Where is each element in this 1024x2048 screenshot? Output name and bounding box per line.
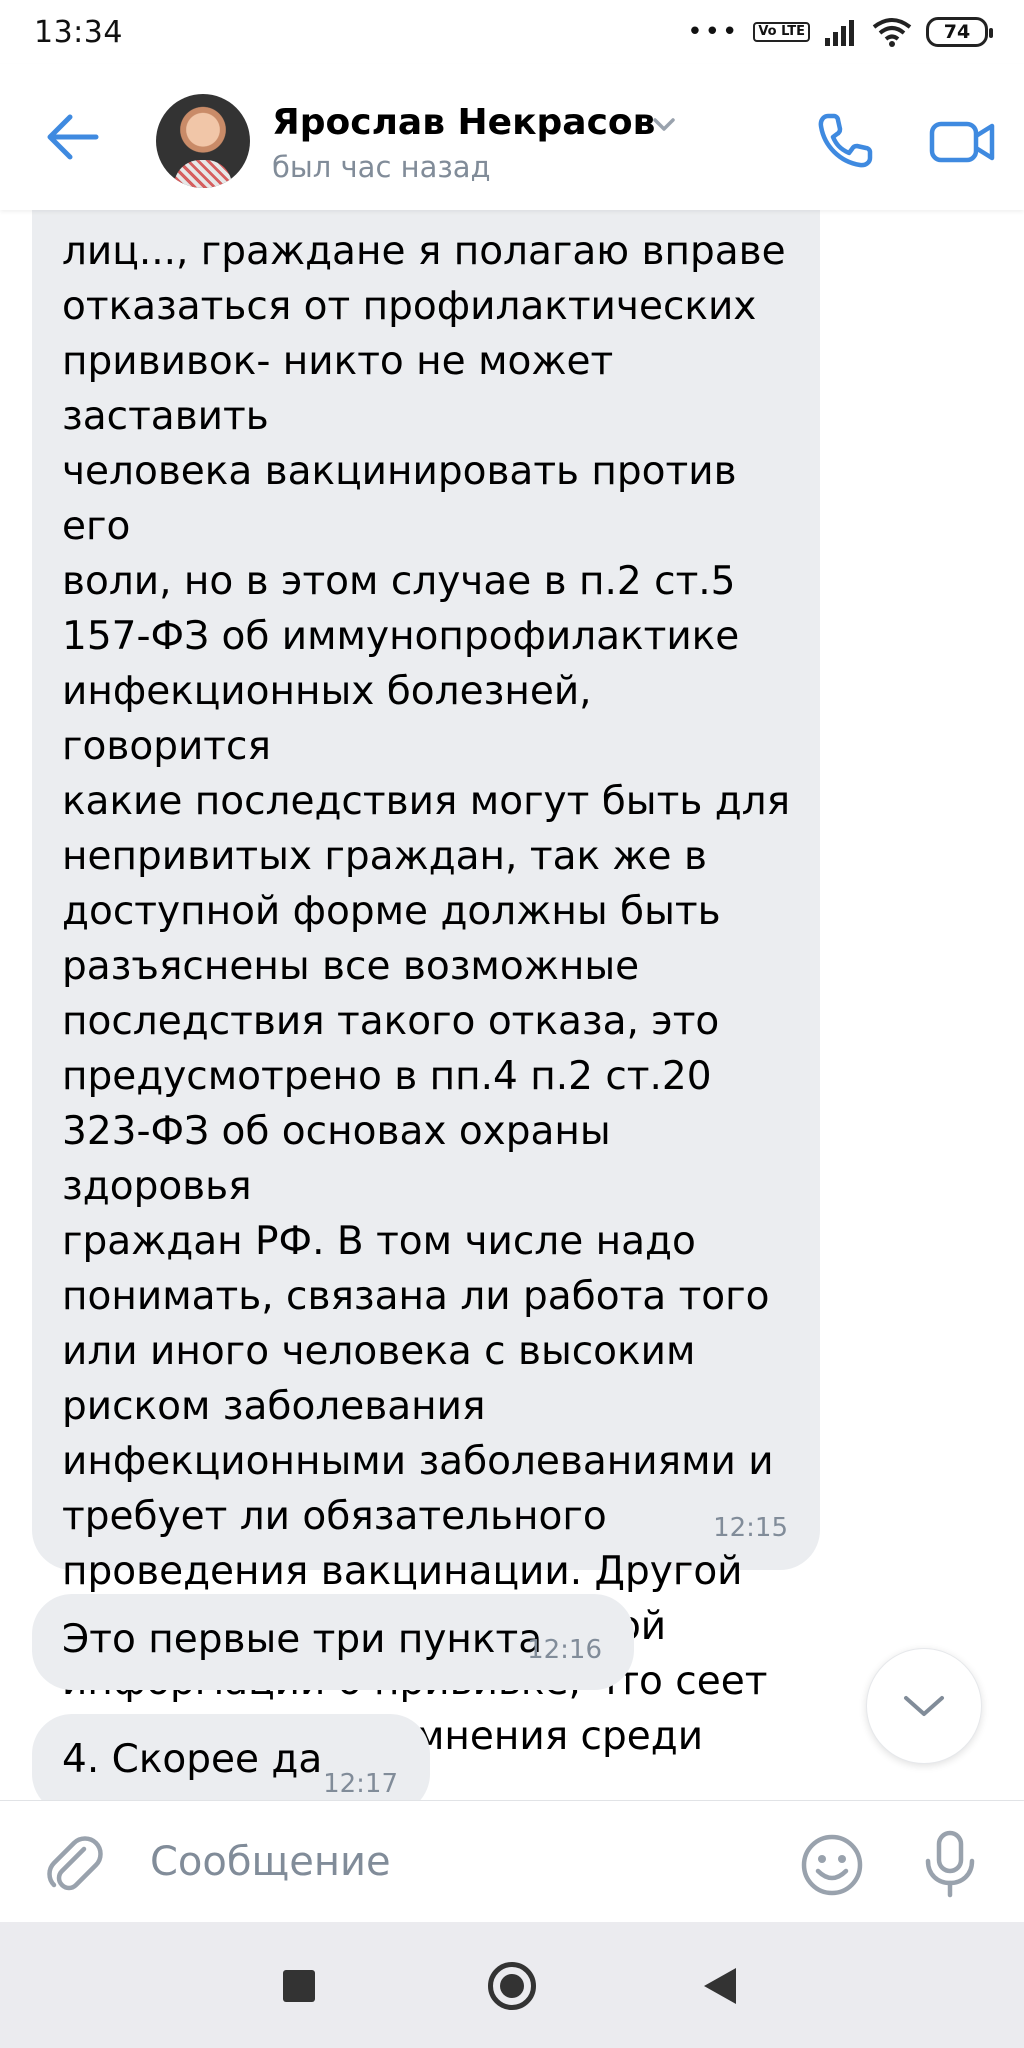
message-time: 12:15: [713, 1513, 788, 1543]
message-bubble-incoming[interactable]: лиц..., граждане я полагаю вправе отказа…: [32, 210, 820, 1800]
battery-indicator: 74: [926, 17, 993, 47]
wifi-icon: [872, 18, 912, 47]
message-bubble-incoming[interactable]: Это первые три пункта 12:16: [32, 1594, 634, 1690]
chat-header: Ярослав Некрасов был час назад: [0, 64, 1024, 210]
message-input[interactable]: [150, 1825, 770, 1899]
system-nav-bar: [0, 1922, 1024, 2048]
contact-status: был час назад: [272, 150, 491, 184]
phone-icon[interactable]: [812, 108, 878, 174]
screen: 13:34 ••• Vo LTE 74 Ярослав Некрасов был…: [0, 0, 1024, 2048]
message-text: лиц..., граждане я полагаю вправе отказа…: [62, 229, 791, 1800]
scroll-down-button[interactable]: [866, 1648, 982, 1764]
emoji-icon[interactable]: [800, 1833, 864, 1897]
recent-apps-icon[interactable]: [283, 1970, 315, 2002]
message-time: 12:16: [527, 1635, 602, 1665]
message-text: Это первые три пункта: [62, 1617, 543, 1662]
back-arrow-icon[interactable]: [44, 112, 100, 162]
status-icons: ••• Vo LTE 74: [687, 17, 993, 47]
paperclip-icon[interactable]: [44, 1831, 104, 1897]
message-bubble-incoming[interactable]: 4. Скорее да 12:17: [32, 1714, 430, 1800]
microphone-icon[interactable]: [920, 1829, 980, 1899]
scroll-down-icon: [904, 1696, 944, 1716]
video-camera-icon[interactable]: [928, 108, 998, 174]
composer: [0, 1800, 1024, 1922]
more-notifications-icon: •••: [687, 17, 740, 47]
message-time: 12:17: [323, 1769, 398, 1799]
message-list[interactable]: лиц..., граждане я полагаю вправе отказа…: [0, 210, 1024, 1800]
message-text: 4. Скорее да: [62, 1737, 323, 1782]
signal-icon: [825, 20, 854, 46]
status-bar: 13:34 ••• Vo LTE 74: [0, 0, 1024, 64]
volte-badge: Vo LTE: [753, 22, 810, 42]
chevron-down-icon[interactable]: [650, 110, 678, 138]
contact-name[interactable]: Ярослав Некрасов: [272, 102, 655, 143]
avatar[interactable]: [156, 94, 250, 188]
home-icon[interactable]: [488, 1962, 536, 2010]
system-back-icon[interactable]: [704, 1968, 736, 2004]
status-time: 13:34: [34, 14, 123, 50]
